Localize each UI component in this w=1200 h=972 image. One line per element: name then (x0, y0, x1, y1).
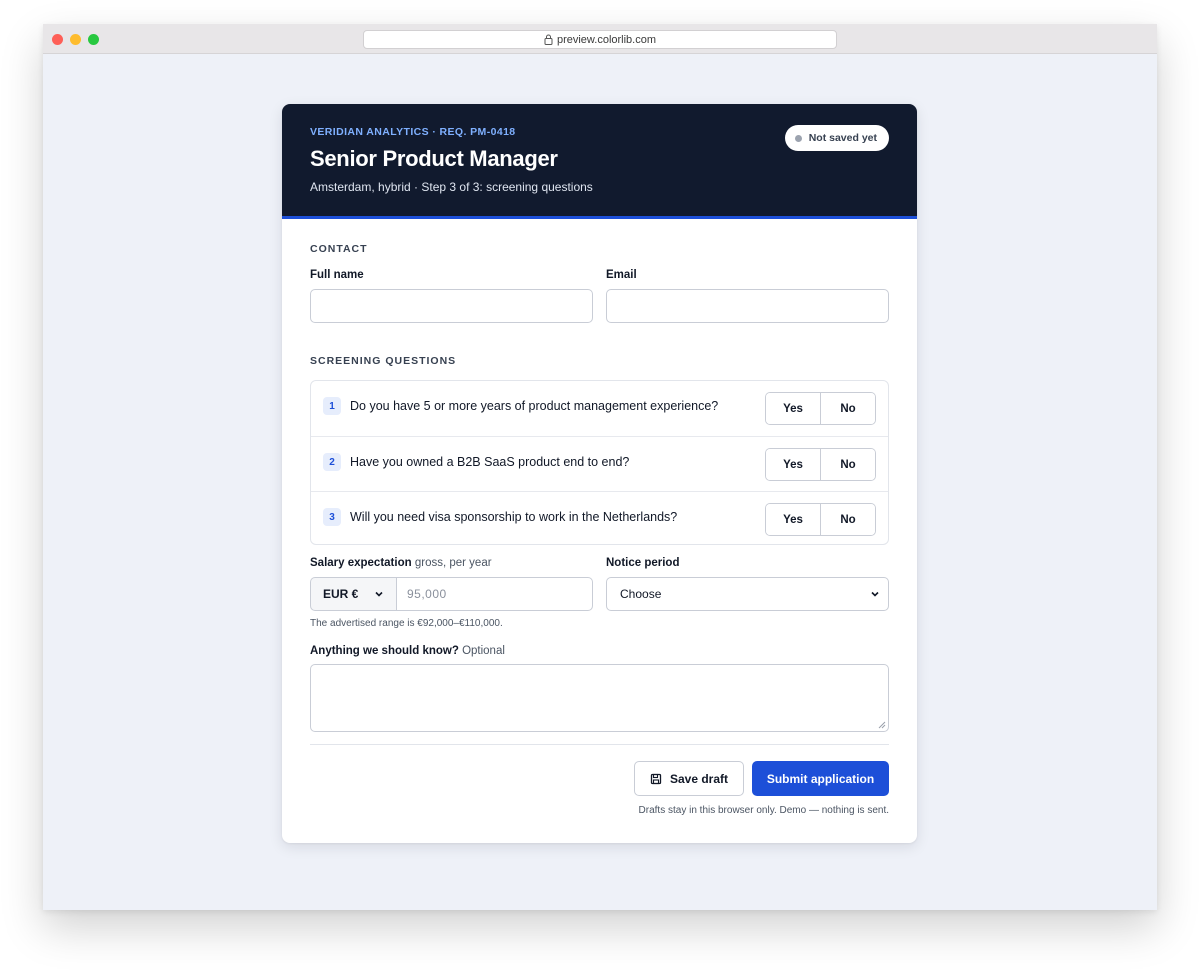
salary-label: Salary expectation gross, per year (310, 557, 492, 569)
minimize-window-button[interactable] (70, 34, 81, 45)
floppy-disk-icon (650, 773, 662, 784)
chevron-down-icon (375, 591, 383, 597)
salary-hint: The advertised range is €92,000–€110,000… (310, 618, 503, 629)
card-header: VERIDIAN ANALYTICS · REQ. PM-0418 Senior… (282, 104, 917, 219)
save-draft-label: Save draft (669, 771, 729, 786)
question-number: 2 (323, 453, 341, 471)
actions-divider (310, 744, 889, 745)
chevron-down-icon (871, 591, 879, 597)
question-text: Have you owned a B2B SaaS product end to… (350, 455, 630, 469)
lock-icon (544, 34, 553, 45)
notice-period-value: Choose (620, 587, 662, 601)
yes-no-toggle: Yes No (765, 392, 876, 425)
no-button[interactable]: No (820, 393, 875, 424)
full-name-label: Full name (310, 269, 364, 281)
currency-select[interactable]: EUR € (310, 577, 396, 611)
question-number: 3 (323, 508, 341, 526)
url-text: preview.colorlib.com (556, 33, 657, 46)
save-status-text: Not saved yet (808, 132, 877, 144)
question-row: 1 Do you have 5 or more years of product… (311, 381, 888, 436)
contact-section-label: CONTACT (310, 243, 368, 255)
job-title: Senior Product Manager (310, 146, 558, 171)
question-row: 3 Will you need visa sponsorship to work… (311, 491, 888, 544)
salary-input[interactable] (396, 577, 593, 611)
full-name-input[interactable] (310, 289, 593, 323)
browser-toolbar: preview.colorlib.com (43, 24, 1157, 54)
yes-no-toggle: Yes No (765, 448, 876, 481)
resize-handle-icon[interactable] (878, 721, 886, 729)
question-text: Will you need visa sponsorship to work i… (350, 510, 678, 524)
save-status-badge: Not saved yet (784, 125, 889, 151)
notes-label-text: Anything we should know? (310, 645, 459, 657)
notes-label: Anything we should know? Optional (310, 645, 505, 657)
job-subtitle: Amsterdam, hybrid · Step 3 of 3: screeni… (310, 180, 593, 194)
yes-button[interactable]: Yes (766, 504, 820, 535)
email-label: Email (606, 269, 637, 281)
screening-section-label: SCREENING QUESTIONS (310, 355, 457, 367)
question-text: Do you have 5 or more years of product m… (350, 399, 719, 413)
address-bar[interactable]: preview.colorlib.com (363, 30, 837, 49)
yes-no-toggle: Yes No (765, 503, 876, 536)
notice-period-label: Notice period (606, 557, 680, 569)
salary-label-note: gross, per year (414, 557, 492, 569)
salary-label-text: Salary expectation (310, 557, 412, 569)
maximize-window-button[interactable] (88, 34, 99, 45)
notice-period-select[interactable]: Choose (606, 577, 889, 611)
close-window-button[interactable] (52, 34, 63, 45)
question-number: 1 (323, 397, 341, 415)
browser-window: preview.colorlib.com VERIDIAN ANALYTICS … (43, 24, 1157, 910)
no-button[interactable]: No (820, 449, 875, 480)
question-row: 2 Have you owned a B2B SaaS product end … (311, 436, 888, 491)
save-draft-button[interactable]: Save draft (634, 761, 744, 796)
no-button[interactable]: No (820, 504, 875, 535)
screening-questions-list: 1 Do you have 5 or more years of product… (310, 380, 889, 545)
status-dot-icon (794, 134, 802, 142)
application-card: VERIDIAN ANALYTICS · REQ. PM-0418 Senior… (282, 104, 917, 843)
notes-label-note: Optional (462, 645, 505, 657)
submit-application-button[interactable]: Submit application (752, 761, 889, 796)
yes-button[interactable]: Yes (766, 393, 820, 424)
yes-button[interactable]: Yes (766, 449, 820, 480)
notes-textarea[interactable] (310, 664, 889, 732)
email-input[interactable] (606, 289, 889, 323)
drafts-footnote: Drafts stay in this browser only. Demo —… (638, 805, 889, 816)
company-requisition: VERIDIAN ANALYTICS · REQ. PM-0418 (310, 126, 516, 138)
currency-value: EUR € (323, 587, 359, 601)
